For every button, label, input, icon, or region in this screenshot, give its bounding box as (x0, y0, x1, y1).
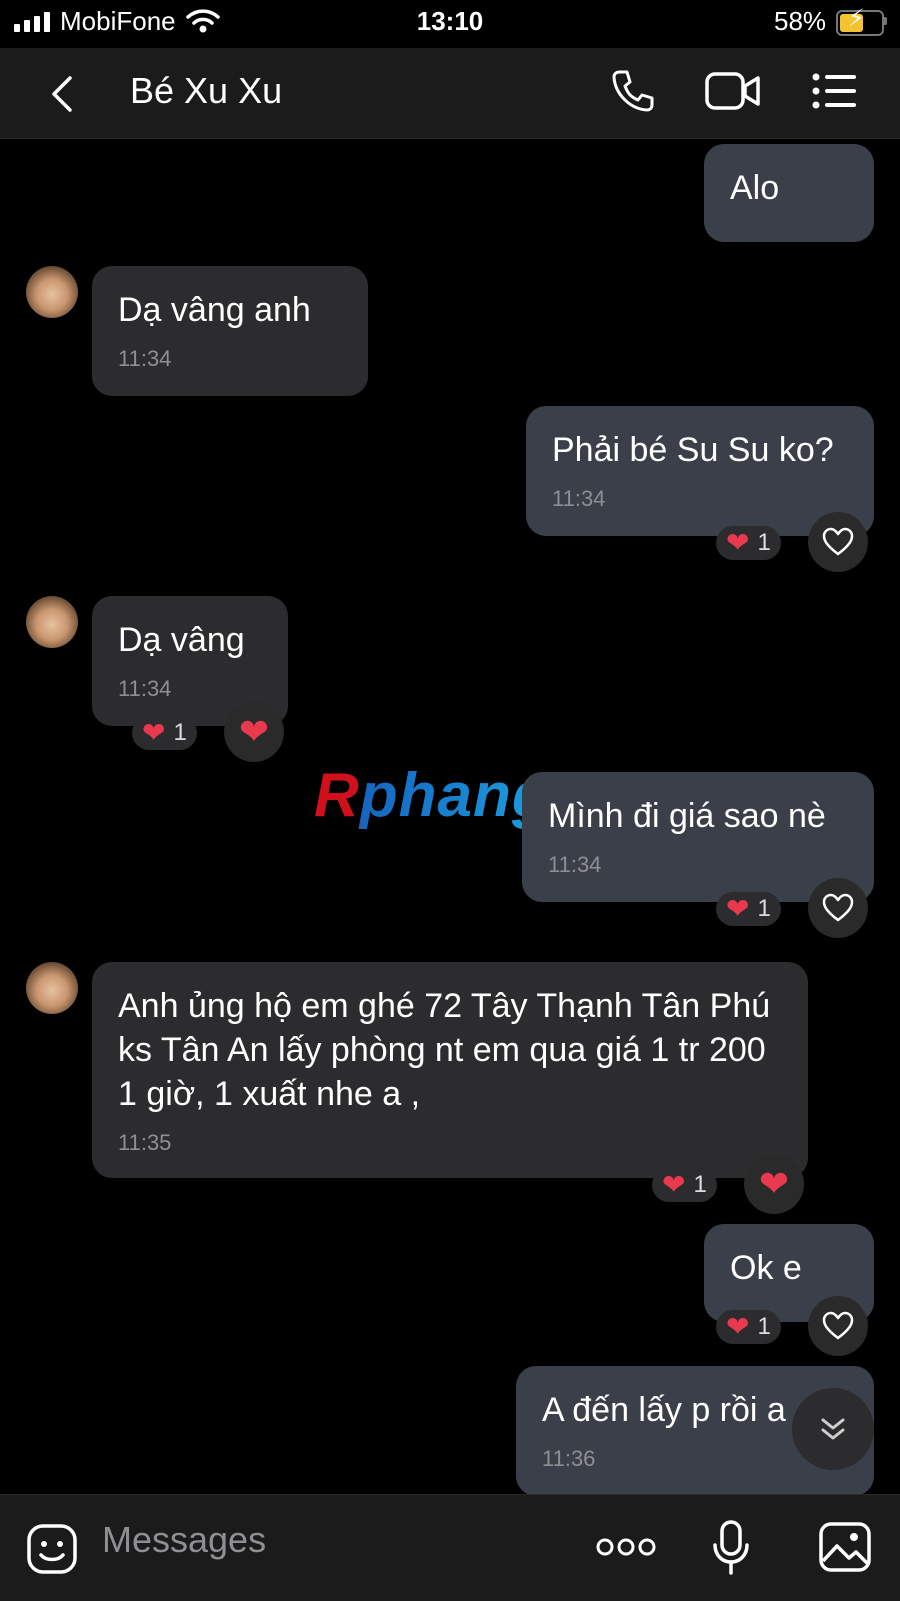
reaction-summary[interactable]: ❤ 1 (716, 892, 781, 926)
message-time: 11:34 (118, 346, 172, 371)
message-text: Phải bé Su Su ko? (552, 431, 834, 469)
battery-nub (884, 17, 887, 25)
message-text: Alo (730, 169, 780, 207)
back-chevron-icon[interactable] (44, 72, 80, 116)
message-text: Dạ vâng anh (118, 291, 311, 329)
message-bubble-received[interactable]: Dạ vâng anh 11:34 (92, 266, 368, 396)
reaction-summary[interactable]: ❤ 1 (132, 716, 197, 750)
message-bubble-received[interactable]: Anh ủng hộ em ghé 72 Tây Thạnh Tân Phú k… (92, 962, 808, 1178)
heart-filled-icon: ❤ (758, 1163, 790, 1204)
like-heart-button[interactable] (808, 878, 868, 938)
menu-list-icon[interactable] (812, 72, 858, 110)
message-time: 11:34 (118, 676, 172, 701)
reaction-count: 1 (693, 1171, 707, 1198)
heart-icon: ❤ (726, 1311, 750, 1342)
like-heart-button[interactable] (808, 1296, 868, 1356)
contact-name[interactable]: Bé Xu Xu (130, 70, 282, 112)
heart-icon: ❤ (142, 717, 166, 748)
message-time: 11:35 (118, 1130, 172, 1155)
heart-icon: ❤ (726, 893, 750, 924)
heart-icon: ❤ (662, 1169, 686, 1200)
contact-avatar[interactable] (26, 596, 78, 648)
heart-filled-icon: ❤ (238, 711, 270, 752)
like-heart-button-active[interactable]: ❤ (224, 702, 284, 762)
sticker-icon[interactable] (26, 1523, 78, 1575)
contact-avatar[interactable] (26, 962, 78, 1014)
reaction-summary[interactable]: ❤ 1 (716, 526, 781, 560)
reaction-count: 1 (173, 719, 187, 746)
battery-percent: 58% (774, 6, 827, 36)
double-chevron-down-icon (821, 1418, 845, 1440)
chat-header: Bé Xu Xu (0, 48, 900, 139)
heart-outline-icon (822, 527, 854, 556)
contact-avatar[interactable] (26, 266, 78, 318)
like-heart-button[interactable] (808, 512, 868, 572)
reaction-count: 1 (757, 895, 771, 922)
message-text: Dạ vâng (118, 621, 245, 659)
message-text: Ok e (730, 1249, 802, 1287)
message-input[interactable]: Messages (102, 1519, 266, 1561)
microphone-icon[interactable] (712, 1519, 750, 1577)
reaction-summary[interactable]: ❤ 1 (716, 1310, 781, 1344)
reaction-summary[interactable]: ❤ 1 (652, 1168, 717, 1202)
watermark-logo: Rphang (314, 761, 551, 830)
reaction-count: 1 (757, 529, 771, 556)
scroll-to-bottom-button[interactable] (792, 1388, 874, 1470)
reaction-count: 1 (757, 1313, 771, 1340)
clock: 13:10 (416, 6, 484, 36)
video-camera-icon[interactable] (704, 70, 762, 112)
image-icon[interactable] (818, 1521, 872, 1573)
charging-bolt-icon: ⚡ (848, 5, 865, 32)
message-text: Anh ủng hộ em ghé 72 Tây Thạnh Tân Phú k… (118, 987, 771, 1113)
heart-icon: ❤ (726, 527, 750, 558)
message-composer: Messages (0, 1494, 900, 1601)
like-heart-button-active[interactable]: ❤ (744, 1154, 804, 1214)
more-dots-icon[interactable] (596, 1535, 656, 1559)
message-bubble-sent[interactable]: Alo (704, 144, 874, 242)
message-time: 11:34 (552, 486, 606, 511)
heart-outline-icon (822, 1311, 854, 1340)
status-bar: MobiFone 13:10 58% ⚡ (0, 0, 900, 48)
message-time: 11:34 (548, 852, 602, 877)
heart-outline-icon (822, 893, 854, 922)
phone-icon[interactable] (610, 68, 656, 114)
message-text: Mình đi giá sao nè (548, 797, 826, 835)
